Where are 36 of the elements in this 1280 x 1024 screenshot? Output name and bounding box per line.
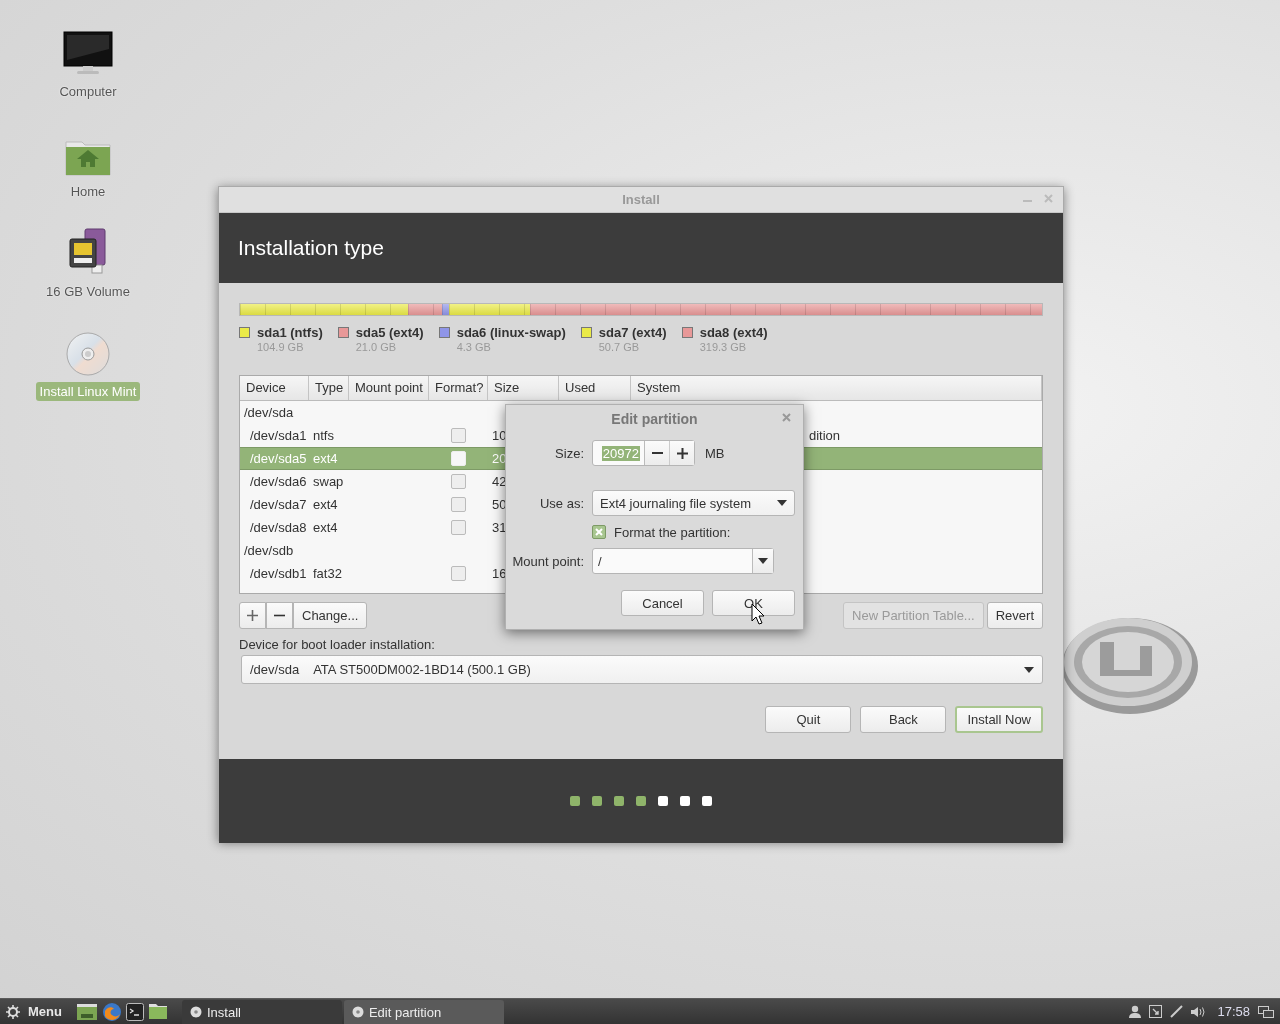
table-cell-text: /dev/sda1 — [249, 428, 308, 443]
mount-point-label: Mount point: — [511, 553, 584, 569]
partition-name: sda7 (ext4) — [598, 325, 667, 340]
boot-loader-label: Device for boot loader installation: — [239, 637, 436, 654]
partition-name: sda5 (ext4) — [355, 325, 424, 340]
table-cell-text: /dev/sdb1 — [249, 566, 308, 581]
table-cell-text: ext4 — [312, 497, 339, 512]
table-cell-text: /dev/sda7 — [249, 497, 308, 512]
partition-size: 4.3 GB — [456, 341, 492, 353]
table-cell-text: /dev/sdb — [243, 543, 295, 558]
partition-size: 21.0 GB — [355, 341, 398, 353]
partition-size: 319.3 GB — [699, 341, 748, 353]
table-cell-text: fat32 — [312, 566, 343, 581]
partition-name: sda6 (linux-swap) — [456, 325, 566, 340]
partition-size: 104.9 GB — [257, 341, 305, 353]
dialog-title: Edit partition — [611, 410, 698, 427]
table-cell-text: 31 — [491, 520, 508, 535]
table-cell-text: ntfs — [312, 428, 335, 443]
table-cell-text: ext4 — [312, 520, 339, 535]
table-cell-text: /dev/sda6 — [249, 474, 308, 489]
partition-name: sda8 (ext4) — [699, 325, 768, 340]
table-cell-text: /dev/sda8 — [249, 520, 308, 535]
format-label: Format the partition: — [614, 524, 731, 540]
partition-size: 50.7 GB — [598, 341, 641, 353]
table-cell-text: 42 — [491, 474, 508, 489]
table-cell-text: /dev/sda5 — [249, 451, 308, 466]
table-cell-text: /dev/sda — [243, 405, 295, 420]
use-as-label: Use as: — [538, 495, 584, 511]
table-cell-text: dition — [808, 428, 842, 443]
size-label: Size: — [554, 445, 584, 461]
page-heading: Installation type — [238, 236, 384, 260]
table-cell-text: swap — [312, 474, 345, 489]
partition-name: sda1 (ntfs) — [257, 325, 323, 340]
window-title: Install — [622, 192, 660, 207]
unit-label: MB — [705, 445, 725, 461]
table-cell-text: ext4 — [312, 451, 339, 466]
